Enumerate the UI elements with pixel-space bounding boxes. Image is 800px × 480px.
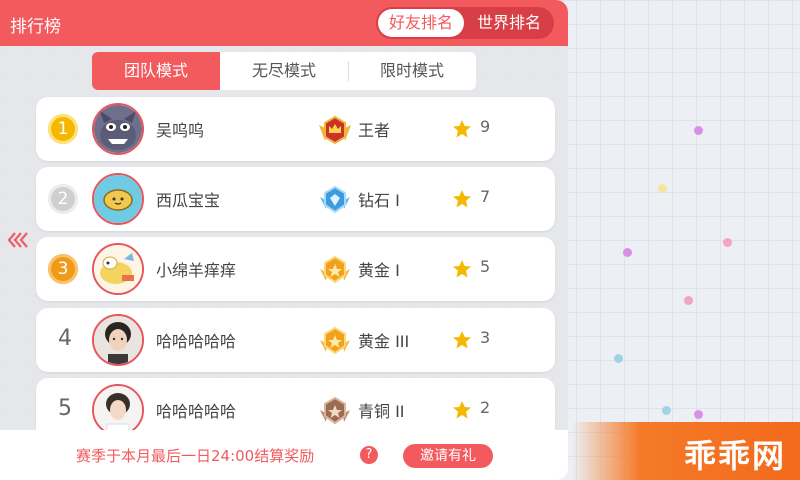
- rank-medal-gold: 1: [48, 114, 78, 144]
- tier-label: 青铜 II: [358, 402, 405, 421]
- background-dot: [614, 354, 623, 363]
- rank-medal-silver: 2: [48, 184, 78, 214]
- watermark-text: 乖乖网: [683, 437, 786, 475]
- player-name: 哈哈哈哈哈: [156, 332, 237, 351]
- collapse-panel-arrow-icon[interactable]: [6, 230, 32, 250]
- gold-tier-badge-icon: [320, 255, 350, 284]
- tier-label: 王者: [358, 121, 391, 140]
- leaderboard-title: 排行榜: [10, 17, 61, 37]
- player-score: 3: [480, 328, 491, 347]
- tab-endless-mode[interactable]: 无尽模式: [220, 52, 348, 90]
- background-dot: [684, 296, 693, 305]
- avatar[interactable]: [92, 103, 144, 155]
- player-name: 哈哈哈哈哈: [156, 402, 237, 421]
- player-score: 2: [480, 398, 491, 417]
- rank-number: 4: [58, 326, 72, 351]
- background-dot: [662, 406, 671, 415]
- tier-label: 黄金 I: [358, 261, 400, 280]
- player-name: 西瓜宝宝: [156, 191, 221, 210]
- leaderboard-row[interactable]: 1 吴呜呜 王者 9: [36, 97, 555, 161]
- player-score: 5: [480, 257, 491, 276]
- star-icon: [453, 260, 471, 278]
- star-icon: [453, 331, 471, 349]
- rank-number: 5: [58, 396, 72, 421]
- avatar[interactable]: [92, 243, 144, 295]
- world-ranking-button[interactable]: 世界排名: [466, 9, 552, 37]
- background-dot: [723, 238, 732, 247]
- star-icon: [453, 120, 471, 138]
- star-icon: [453, 190, 471, 208]
- tier-label: 黄金 III: [358, 332, 410, 351]
- player-name: 吴呜呜: [156, 121, 205, 140]
- diamond-tier-badge-icon: [320, 185, 350, 214]
- avatar[interactable]: [92, 314, 144, 366]
- invite-button[interactable]: 邀请有礼: [403, 444, 493, 468]
- king-tier-badge-icon: [319, 115, 351, 145]
- background-dot: [658, 184, 667, 193]
- site-watermark: 乖乖网: [572, 422, 800, 480]
- bronze-tier-badge-icon: [320, 396, 350, 425]
- leaderboard-row[interactable]: 4 哈哈哈哈哈 黄金 III 3: [36, 308, 555, 372]
- avatar[interactable]: [92, 384, 144, 436]
- background-dot: [623, 248, 632, 257]
- tab-timed-mode[interactable]: 限时模式: [348, 52, 476, 90]
- background-dot: [694, 126, 703, 135]
- mode-tabs: 团队模式 无尽模式 限时模式: [92, 52, 476, 90]
- tier-label: 钻石 I: [358, 191, 400, 210]
- tab-team-mode[interactable]: 团队模式: [92, 52, 220, 90]
- leaderboard-row[interactable]: 2 西瓜宝宝 钻石 I 7: [36, 167, 555, 231]
- season-settlement-text: 赛季于本月最后一日24:00结算奖励: [76, 447, 315, 465]
- rank-medal-bronze: 3: [48, 254, 78, 284]
- leaderboard-footer: 赛季于本月最后一日24:00结算奖励 ? 邀请有礼: [0, 430, 568, 480]
- player-name: 小绵羊痒痒: [156, 261, 237, 280]
- ranking-scope-toggle: 好友排名 世界排名: [376, 7, 554, 39]
- leaderboard-panel: 排行榜 好友排名 世界排名 团队模式 无尽模式 限时模式 1 吴呜呜 王者 9 …: [0, 0, 568, 480]
- leaderboard-header: 排行榜 好友排名 世界排名: [0, 0, 568, 46]
- star-icon: [453, 401, 471, 419]
- leaderboard-row[interactable]: 3 小绵羊痒痒 黄金 I 5: [36, 237, 555, 301]
- friends-ranking-button[interactable]: 好友排名: [378, 9, 464, 37]
- help-icon[interactable]: ?: [360, 446, 378, 464]
- player-score: 7: [480, 187, 491, 206]
- player-score: 9: [480, 117, 491, 136]
- background-dot: [694, 410, 703, 419]
- gold-tier-badge-icon: [320, 326, 350, 355]
- avatar[interactable]: [92, 173, 144, 225]
